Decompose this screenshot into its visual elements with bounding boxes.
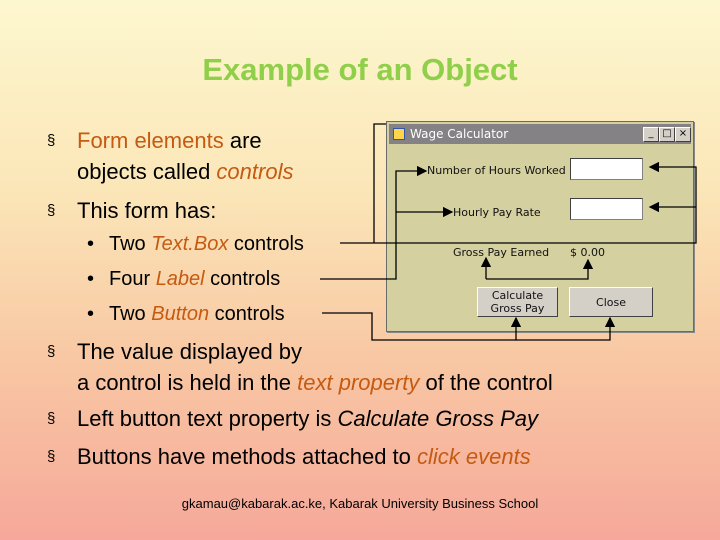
button-connector-2	[516, 316, 616, 341]
callout-arrows	[320, 123, 697, 341]
label-connector	[320, 165, 428, 280]
form-connector	[373, 123, 386, 243]
textbox-connector	[340, 161, 697, 244]
button-connector	[322, 312, 522, 341]
slide-footer: gkamau@kabarak.ac.ke, Kabarak University…	[181, 496, 539, 511]
label-connector-4	[486, 258, 594, 280]
